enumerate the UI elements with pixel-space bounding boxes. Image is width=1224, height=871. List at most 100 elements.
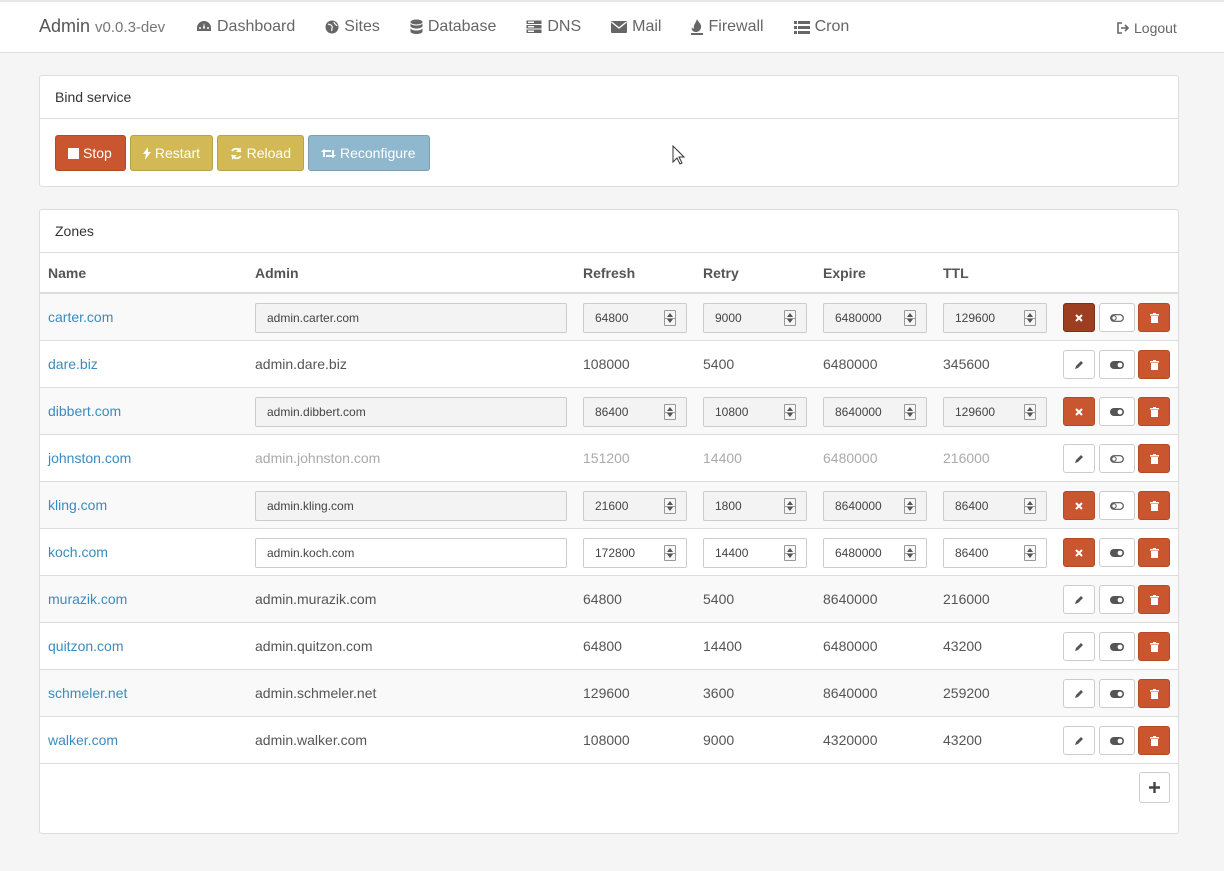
spinner-icon[interactable] <box>1024 404 1036 420</box>
retry-value: 9000 <box>715 311 742 325</box>
delete-button[interactable] <box>1138 679 1170 708</box>
refresh-input[interactable]: 86400 <box>583 397 687 427</box>
spinner-icon[interactable] <box>784 310 796 326</box>
zone-name-link[interactable]: koch.com <box>48 544 108 560</box>
spinner-icon[interactable] <box>664 310 676 326</box>
refresh-value: 64800 <box>595 311 629 325</box>
nav-item-dashboard[interactable]: Dashboard <box>196 18 295 36</box>
delete-button[interactable] <box>1138 585 1170 614</box>
edit-button[interactable] <box>1063 350 1095 379</box>
spinner-icon[interactable] <box>904 310 916 326</box>
delete-button[interactable] <box>1138 632 1170 661</box>
toggle-on-icon <box>1110 642 1124 651</box>
admin-input[interactable]: admin.carter.com <box>255 303 567 333</box>
toggle-button[interactable] <box>1099 350 1135 379</box>
reload-button[interactable]: Reload <box>217 135 304 171</box>
refresh-input[interactable]: 172800 <box>583 538 687 568</box>
spinner-icon[interactable] <box>904 404 916 420</box>
pencil-icon <box>1075 454 1083 463</box>
zone-name-link[interactable]: kling.com <box>48 497 107 513</box>
spinner-icon[interactable] <box>784 404 796 420</box>
toggle-button[interactable] <box>1099 303 1135 332</box>
ttl-value: 129600 <box>955 311 996 325</box>
retry-input[interactable]: 10800 <box>703 397 807 427</box>
spinner-icon[interactable] <box>664 404 676 420</box>
delete-button[interactable] <box>1138 726 1170 755</box>
spinner-icon[interactable] <box>784 498 796 514</box>
zone-name-link[interactable]: quitzon.com <box>48 638 123 654</box>
delete-button[interactable] <box>1138 303 1170 332</box>
stop-button[interactable]: Stop <box>55 135 126 171</box>
cancel-edit-button[interactable] <box>1063 397 1095 426</box>
delete-button[interactable] <box>1138 444 1170 473</box>
add-zone-button[interactable] <box>1139 772 1170 803</box>
zone-name-link[interactable]: carter.com <box>48 309 113 325</box>
nav-item-firewall[interactable]: Firewall <box>691 18 764 36</box>
delete-button[interactable] <box>1138 538 1170 567</box>
reconfigure-button[interactable]: Reconfigure <box>308 135 430 171</box>
zone-name-link[interactable]: dibbert.com <box>48 403 121 419</box>
ttl-input[interactable]: 86400 <box>943 538 1047 568</box>
edit-button[interactable] <box>1063 679 1095 708</box>
toggle-on-icon <box>1110 595 1124 604</box>
delete-button[interactable] <box>1138 350 1170 379</box>
retry-input[interactable]: 1800 <box>703 491 807 521</box>
retry-input[interactable]: 9000 <box>703 303 807 333</box>
nav-item-mail[interactable]: Mail <box>611 18 661 36</box>
admin-input[interactable]: admin.kling.com <box>255 491 567 521</box>
expire-value: 6480000 <box>835 546 882 560</box>
toggle-button[interactable] <box>1099 397 1135 426</box>
refresh-input[interactable]: 21600 <box>583 491 687 521</box>
spinner-icon[interactable] <box>664 498 676 514</box>
toggle-button[interactable] <box>1099 585 1135 614</box>
cancel-edit-button[interactable] <box>1063 538 1095 567</box>
refresh-input[interactable]: 64800 <box>583 303 687 333</box>
nav-item-database[interactable]: Database <box>410 18 496 36</box>
retry-input[interactable]: 14400 <box>703 538 807 568</box>
edit-button[interactable] <box>1063 444 1095 473</box>
spinner-icon[interactable] <box>1024 310 1036 326</box>
ttl-input[interactable]: 129600 <box>943 303 1047 333</box>
edit-button[interactable] <box>1063 585 1095 614</box>
expire-input[interactable]: 6480000 <box>823 538 927 568</box>
expire-input[interactable]: 6480000 <box>823 303 927 333</box>
restart-button[interactable]: Restart <box>130 135 213 171</box>
spinner-icon[interactable] <box>1024 545 1036 561</box>
spinner-icon[interactable] <box>904 498 916 514</box>
spinner-icon[interactable] <box>904 545 916 561</box>
admin-input[interactable]: admin.koch.com <box>255 538 567 568</box>
spinner-icon[interactable] <box>784 545 796 561</box>
toggle-button[interactable] <box>1099 726 1135 755</box>
toggle-button[interactable] <box>1099 632 1135 661</box>
admin-input[interactable]: admin.dibbert.com <box>255 397 567 427</box>
toggle-button[interactable] <box>1099 679 1135 708</box>
edit-button[interactable] <box>1063 632 1095 661</box>
zone-name-link[interactable]: murazik.com <box>48 591 127 607</box>
ttl-input[interactable]: 129600 <box>943 397 1047 427</box>
delete-button[interactable] <box>1138 397 1170 426</box>
retry-value: 5400 <box>703 591 735 607</box>
zone-name-link[interactable]: walker.com <box>48 732 118 748</box>
nav-item-sites[interactable]: Sites <box>325 18 380 36</box>
toggle-button[interactable] <box>1099 538 1135 567</box>
zone-name-link[interactable]: schmeler.net <box>48 685 127 701</box>
spinner-icon[interactable] <box>1024 498 1036 514</box>
column-header-expire: Expire <box>823 265 866 281</box>
toggle-button[interactable] <box>1099 444 1135 473</box>
zone-name-link[interactable]: dare.biz <box>48 356 98 372</box>
ttl-input[interactable]: 86400 <box>943 491 1047 521</box>
edit-button[interactable] <box>1063 726 1095 755</box>
nav-item-cron[interactable]: Cron <box>793 18 849 36</box>
nav-item-dns[interactable]: DNS <box>526 18 581 36</box>
expire-input[interactable]: 8640000 <box>823 397 927 427</box>
envelope-icon <box>611 21 628 33</box>
logout-link[interactable]: Logout <box>1117 20 1177 36</box>
cancel-edit-button[interactable] <box>1063 303 1095 332</box>
zone-name-link[interactable]: johnston.com <box>48 450 131 466</box>
cancel-edit-button[interactable] <box>1063 491 1095 520</box>
spinner-icon[interactable] <box>664 545 676 561</box>
toggle-button[interactable] <box>1099 491 1135 520</box>
brand[interactable]: Admin v0.0.3-dev <box>39 16 165 37</box>
delete-button[interactable] <box>1138 491 1170 520</box>
expire-input[interactable]: 8640000 <box>823 491 927 521</box>
